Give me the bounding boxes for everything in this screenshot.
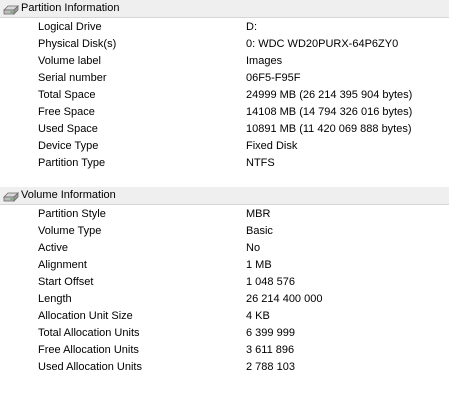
- list-item[interactable]: Logical Drive D:: [0, 18, 449, 35]
- property-value: 4 KB: [246, 309, 270, 322]
- property-value: 6 399 999: [246, 326, 295, 339]
- property-label: Active: [38, 241, 68, 254]
- list-item[interactable]: Serial number 06F5-F95F: [0, 69, 449, 86]
- volume-information-title: Volume Information: [21, 189, 116, 201]
- partition-information-title: Partition Information: [21, 2, 120, 14]
- partition-information-list: Logical Drive D: Physical Disk(s) 0: WDC…: [0, 18, 449, 171]
- property-value: MBR: [246, 207, 271, 220]
- list-item[interactable]: Physical Disk(s) 0: WDC WD20PURX-64P6ZY0: [0, 35, 449, 52]
- list-item[interactable]: Alignment 1 MB: [0, 256, 449, 273]
- property-label: Logical Drive: [38, 20, 102, 33]
- partition-information-group: Partition Information Logical Drive D: P…: [0, 0, 449, 171]
- list-item[interactable]: Partition Type NTFS: [0, 154, 449, 171]
- property-label: Allocation Unit Size: [38, 309, 133, 322]
- property-value: NTFS: [246, 156, 275, 169]
- property-value: No: [246, 241, 261, 254]
- property-value: Basic: [246, 224, 273, 237]
- property-value: D:: [246, 20, 257, 33]
- property-value: 14108 MB (14 794 326 016 bytes): [246, 105, 413, 118]
- property-value: 2 788 103: [246, 360, 295, 373]
- list-item[interactable]: Device Type Fixed Disk: [0, 137, 449, 154]
- list-item[interactable]: Total Space 24999 MB (26 214 395 904 byt…: [0, 86, 449, 103]
- property-value: 24999 MB (26 214 395 904 bytes): [246, 88, 413, 101]
- property-label: Free Allocation Units: [38, 343, 139, 356]
- property-label: Physical Disk(s): [38, 37, 117, 50]
- property-label: Free Space: [38, 105, 95, 118]
- drive-icon: [3, 189, 19, 203]
- property-label: Length: [38, 292, 72, 305]
- property-value: 1 048 576: [246, 275, 295, 288]
- list-item[interactable]: Partition Style MBR: [0, 205, 449, 222]
- volume-information-header[interactable]: Volume Information: [0, 187, 449, 205]
- list-item[interactable]: Volume Type Basic: [0, 222, 449, 239]
- property-label: Serial number: [38, 71, 107, 84]
- property-label: Total Space: [38, 88, 96, 101]
- list-item[interactable]: Total Allocation Units 6 399 999: [0, 324, 449, 341]
- property-value: 3 611 896: [246, 343, 295, 356]
- list-item[interactable]: Allocation Unit Size 4 KB: [0, 307, 449, 324]
- property-label: Used Allocation Units: [38, 360, 142, 373]
- list-item[interactable]: Start Offset 1 048 576: [0, 273, 449, 290]
- list-item[interactable]: Length 26 214 400 000: [0, 290, 449, 307]
- property-value: 0: WDC WD20PURX-64P6ZY0: [246, 37, 399, 50]
- property-label: Used Space: [38, 122, 98, 135]
- list-item[interactable]: Active No: [0, 239, 449, 256]
- property-value: Fixed Disk: [246, 139, 298, 152]
- property-value: 06F5-F95F: [246, 71, 301, 84]
- property-label: Device Type: [38, 139, 99, 152]
- volume-information-group: Volume Information Partition Style MBR V…: [0, 187, 449, 375]
- list-item[interactable]: Used Space 10891 MB (11 420 069 888 byte…: [0, 120, 449, 137]
- property-label: Partition Type: [38, 156, 106, 169]
- property-label: Volume Type: [38, 224, 102, 237]
- property-label: Alignment: [38, 258, 87, 271]
- property-label: Partition Style: [38, 207, 106, 220]
- property-value: 26 214 400 000: [246, 292, 323, 305]
- property-label: Volume label: [38, 54, 101, 67]
- property-value: 1 MB: [246, 258, 272, 271]
- property-label: Start Offset: [38, 275, 94, 288]
- property-label: Total Allocation Units: [38, 326, 140, 339]
- volume-information-list: Partition Style MBR Volume Type Basic Ac…: [0, 205, 449, 375]
- list-item[interactable]: Used Allocation Units 2 788 103: [0, 358, 449, 375]
- partition-information-header[interactable]: Partition Information: [0, 0, 449, 18]
- drive-icon: [3, 2, 19, 16]
- list-item[interactable]: Volume label Images: [0, 52, 449, 69]
- property-value: 10891 MB (11 420 069 888 bytes): [246, 122, 412, 135]
- list-item[interactable]: Free Allocation Units 3 611 896: [0, 341, 449, 358]
- property-value: Images: [246, 54, 283, 67]
- list-item[interactable]: Free Space 14108 MB (14 794 326 016 byte…: [0, 103, 449, 120]
